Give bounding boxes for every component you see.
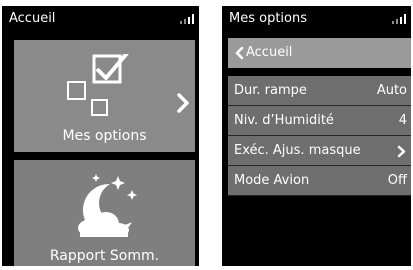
back-label: Accueil: [246, 45, 293, 60]
setting-row-ramp-duration[interactable]: Dur. rampe Auto: [228, 76, 411, 106]
setting-value: 4: [398, 113, 407, 128]
options-screen: Mes options Accueil Dur. rampe Auto Niv.…: [222, 6, 411, 266]
screen-title: Mes options: [229, 11, 307, 26]
setting-label: Mode Avion: [234, 173, 310, 188]
moon-stars-cloud-icon: [78, 174, 137, 237]
status-bar: Accueil: [2, 6, 199, 32]
setting-row-humidity-level[interactable]: Niv. d’Humidité 4: [228, 106, 411, 136]
setting-value: Off: [387, 173, 407, 188]
status-bar: Mes options: [222, 6, 411, 32]
setting-label: Niv. d’Humidité: [234, 113, 334, 128]
tile-label: Rapport Somm.: [49, 248, 160, 264]
signal-strength-icon: [180, 14, 194, 24]
setting-row-mask-fit[interactable]: Exéc. Ajus. masque: [228, 136, 411, 166]
tile-my-options[interactable]: Mes options: [14, 40, 195, 152]
home-screen: Accueil Mes options Rapport Somm.: [2, 6, 199, 266]
chevron-right-icon: [177, 93, 189, 113]
setting-value: Auto: [376, 83, 407, 98]
tile-sleep-report[interactable]: Rapport Somm.: [14, 160, 195, 266]
setting-label: Exéc. Ajus. masque: [234, 143, 361, 158]
options-checkbox-icon: [67, 54, 129, 116]
back-button[interactable]: Accueil: [228, 38, 411, 68]
chevron-right-icon: [397, 145, 406, 158]
tile-label: Mes options: [62, 128, 147, 144]
setting-label: Dur. rampe: [234, 83, 307, 98]
screen-title: Accueil: [9, 11, 56, 26]
chevron-left-icon: [235, 46, 244, 60]
setting-row-airplane-mode[interactable]: Mode Avion Off: [228, 166, 411, 196]
signal-strength-icon: [392, 14, 406, 24]
